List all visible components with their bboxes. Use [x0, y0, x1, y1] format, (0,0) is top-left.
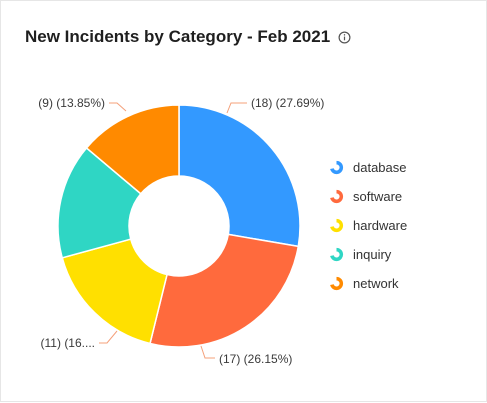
- callout-line-network: [109, 102, 127, 112]
- legend-label: inquiry: [353, 247, 392, 262]
- callout-label-hardware: (11) (16....: [41, 336, 95, 350]
- chart-card: New Incidents by Category - Feb 2021 (18…: [0, 0, 487, 402]
- callout-line-hardware: [99, 330, 118, 344]
- donut-marker-icon: [330, 160, 344, 175]
- callout-line-software: [200, 345, 215, 359]
- legend-item-software[interactable]: software: [329, 182, 407, 211]
- donut-slice-database[interactable]: [178, 104, 301, 248]
- donut-slice-hardware[interactable]: [61, 238, 168, 345]
- legend-item-network[interactable]: network: [329, 269, 407, 298]
- donut-marker-icon: [330, 276, 344, 291]
- legend-label: database: [353, 160, 407, 175]
- legend-item-database[interactable]: database: [329, 153, 407, 182]
- donut-marker-icon: [330, 247, 344, 262]
- chart-legend: database software hardware inquiry network: [329, 153, 407, 298]
- legend-item-hardware[interactable]: hardware: [329, 211, 407, 240]
- donut-marker-icon: [330, 189, 344, 204]
- callout-label-software: (17) (26.15%): [219, 352, 292, 366]
- callout-label-network: (9) (13.85%): [38, 96, 105, 110]
- donut-slice-software[interactable]: [149, 233, 300, 348]
- callout-line-database: [226, 102, 247, 114]
- legend-label: software: [353, 189, 403, 204]
- callout-label-database: (18) (27.69%): [251, 96, 324, 110]
- donut-chart: (18) (27.69%) (17) (26.15%) (11) (16.... (9…: [38, 96, 324, 366]
- legend-item-inquiry[interactable]: inquiry: [329, 240, 407, 269]
- donut-marker-icon: [330, 218, 344, 233]
- legend-label: hardware: [353, 218, 408, 233]
- legend-label: network: [353, 276, 399, 291]
